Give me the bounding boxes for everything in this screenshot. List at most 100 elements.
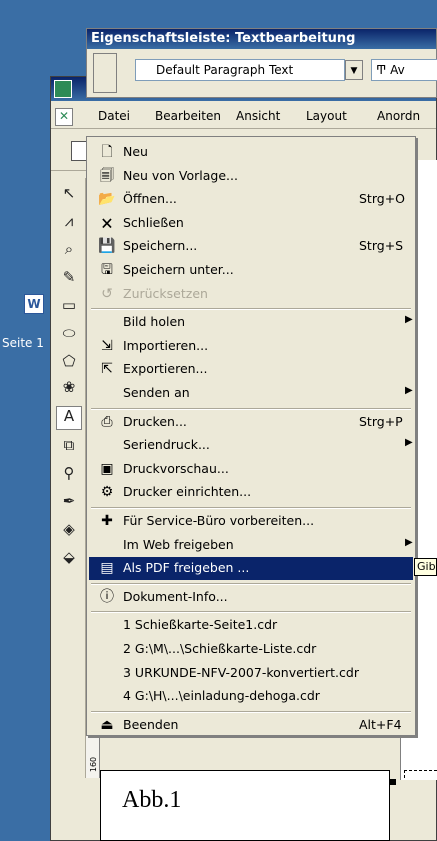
menu-datei[interactable]: Datei [98, 109, 130, 123]
menu-anordnen[interactable]: Anordn [377, 109, 420, 123]
menu-item-11[interactable]: ⎙ Drucken... Strg+P [89, 411, 413, 434]
submenu-arrow-icon: ▶ [405, 437, 413, 449]
ruler-mark: 160 [89, 756, 99, 773]
menu-item-label: 3 URKUNDE-NFV-2007-konvertiert.cdr [123, 664, 359, 680]
paragraph-style-icon[interactable] [93, 53, 117, 93]
zoom-tool-icon[interactable]: ⌕ [56, 240, 82, 264]
menu-item-0[interactable]: 🗋 Neu [89, 141, 413, 164]
menu-item-6[interactable]: ↺ Zurücksetzen [89, 283, 413, 306]
menu-item-7[interactable]: Bild holen ▶ [89, 311, 413, 334]
menu-item-17[interactable]: ▤ Als PDF freigeben ... [89, 557, 413, 581]
save-as-icon: 🖫 [101, 262, 113, 278]
interactive-fill-tool-icon[interactable]: ⬙ [56, 548, 82, 572]
menu-item-21[interactable]: 3 URKUNDE-NFV-2007-konvertiert.cdr [89, 662, 413, 685]
pick-tool-icon[interactable]: ↖ [56, 184, 82, 208]
menu-item-14[interactable]: ⚙ Drucker einrichten... [89, 481, 413, 504]
exit-icon: ⏏ [100, 716, 114, 733]
menu-item-label: Beenden [123, 716, 179, 732]
figure-caption: Abb.1 [122, 787, 182, 813]
menu-item-shortcut: Alt+F4 [359, 716, 402, 732]
open-folder-icon: 📂 [98, 191, 116, 208]
font-dropdown-value: Av [390, 63, 405, 77]
menu-item-label: Speichern... [123, 238, 198, 254]
menu-item-label: Senden an [123, 385, 190, 400]
property-bar-title[interactable]: Eigenschaftsleiste: Textbearbeitung [87, 29, 436, 49]
menu-item-label: Im Web freigeben [123, 536, 234, 552]
chevron-down-icon[interactable]: ▼ [345, 60, 363, 80]
menu-separator [91, 308, 411, 311]
menu-item-12[interactable]: Seriendruck... ▶ [89, 434, 413, 457]
eyedropper-tool-icon[interactable]: ⚲ [56, 464, 82, 488]
close-document-icon: 🗙 [101, 214, 113, 231]
template-icon: 🗐 [100, 167, 114, 184]
basic-shapes-tool-icon[interactable]: ❀ [56, 378, 82, 402]
menu-item-4[interactable]: 💾 Speichern... Strg+S [89, 235, 413, 258]
menu-item-label: Drucken... [123, 413, 187, 429]
submenu-arrow-icon: ▶ [405, 385, 413, 396]
menu-layout[interactable]: Layout [306, 109, 347, 123]
menu-item-3[interactable]: 🗙 Schließen [89, 212, 413, 235]
menu-item-13[interactable]: ▣ Druckvorschau... [89, 458, 413, 481]
font-dropdown[interactable]: Ͳ Av [371, 59, 437, 81]
menu-item-label: 1 Schießkarte-Seite1.cdr [123, 617, 278, 633]
menu-item-label: Dokument-Info... [123, 588, 228, 604]
fill-tool-icon[interactable]: ◈ [56, 520, 82, 544]
revert-icon: ↺ [101, 285, 113, 302]
menu-separator [91, 710, 411, 713]
menu-item-8[interactable]: ⇲ Importieren... [89, 335, 413, 358]
printer-setup-icon: ⚙ [100, 484, 114, 501]
tooltip: Gib [414, 558, 437, 576]
text-tool-icon[interactable]: A [56, 406, 82, 430]
menu-item-shortcut: Strg+S [359, 238, 404, 254]
menu-separator [91, 507, 411, 509]
menu-item-label: Seriendruck... [123, 437, 210, 453]
menu-item-19[interactable]: 1 Schießkarte-Seite1.cdr [89, 614, 413, 637]
style-dropdown[interactable]: Default Paragraph Text [135, 59, 345, 81]
word-desktop-icon[interactable]: W [24, 294, 44, 314]
interactive-blend-tool-icon[interactable]: ⧉ [56, 436, 82, 460]
font-icon: Ͳ [376, 63, 387, 77]
menu-item-23[interactable]: ⏏ Beenden Alt+F4 [89, 714, 413, 737]
shape-tool-icon[interactable]: ⩘ [56, 212, 82, 236]
outline-tool-icon[interactable]: ✒ [56, 492, 82, 516]
menu-item-label: Schließen [123, 214, 184, 230]
menu-item-15[interactable]: ✚ Für Service-Büro vorbereiten... [89, 510, 413, 533]
menu-item-label: Zurücksetzen [123, 285, 208, 301]
menu-item-16[interactable]: Im Web freigeben ▶ [89, 534, 413, 557]
menu-item-label: Exportieren... [123, 361, 208, 377]
menu-separator [91, 407, 411, 410]
menu-item-label: Speichern unter... [123, 262, 234, 277]
menu-item-1[interactable]: 🗐 Neu von Vorlage... [89, 165, 413, 188]
menubar: ✕ Datei Bearbeiten Ansicht Layout Anordn [51, 105, 436, 129]
style-dropdown-value: Default Paragraph Text [156, 63, 294, 77]
menu-item-22[interactable]: 4 G:\H\...\einladung-dehoga.cdr [89, 685, 413, 708]
menu-item-label: Neu von Vorlage... [123, 167, 238, 183]
pdf-icon: ▤ [100, 560, 114, 577]
menu-item-2[interactable]: 📂 Öffnen... Strg+O [89, 188, 413, 211]
menu-item-5[interactable]: 🖫 Speichern unter... [89, 259, 413, 282]
menu-item-18[interactable]: ⓘ Dokument-Info... [89, 586, 413, 609]
import-icon: ⇲ [101, 337, 113, 354]
selection-handle[interactable] [390, 779, 396, 785]
menu-item-shortcut: Strg+O [359, 191, 406, 207]
toolbox: ↖ ⩘ ⌕ ✎ ▭ ⬭ ⬠ ❀ A ⧉ ⚲ ✒ ◈ ⬙ [52, 178, 86, 778]
document-icon[interactable]: ✕ [55, 108, 73, 126]
submenu-arrow-icon: ▶ [405, 536, 413, 548]
file-menu: 🗋 Neu 🗐 Neu von Vorlage... 📂 Öffnen... Strg+O 🗙… [86, 136, 416, 736]
menu-item-label: Bild holen [123, 314, 186, 330]
rectangle-tool-icon[interactable]: ▭ [56, 296, 82, 320]
polygon-tool-icon[interactable]: ⬠ [56, 352, 82, 376]
menu-item-label: Druckvorschau... [123, 460, 229, 476]
menu-item-10[interactable]: Senden an ▶ [89, 382, 413, 405]
ellipse-tool-icon[interactable]: ⬭ [56, 324, 82, 348]
freehand-tool-icon[interactable]: ✎ [56, 268, 82, 292]
menu-bearbeiten[interactable]: Bearbeiten [155, 109, 221, 123]
menu-item-label: Öffnen... [123, 191, 177, 207]
menu-ansicht[interactable]: Ansicht [236, 109, 280, 123]
menu-item-20[interactable]: 2 G:\M\...\Schießkarte-Liste.cdr [89, 638, 413, 661]
menu-item-shortcut: Strg+P [359, 413, 403, 429]
app-icon[interactable] [54, 80, 72, 98]
menu-item-9[interactable]: ⇱ Exportieren... [89, 358, 413, 381]
menu-item-label: Neu [123, 144, 148, 159]
page-border [404, 770, 437, 778]
